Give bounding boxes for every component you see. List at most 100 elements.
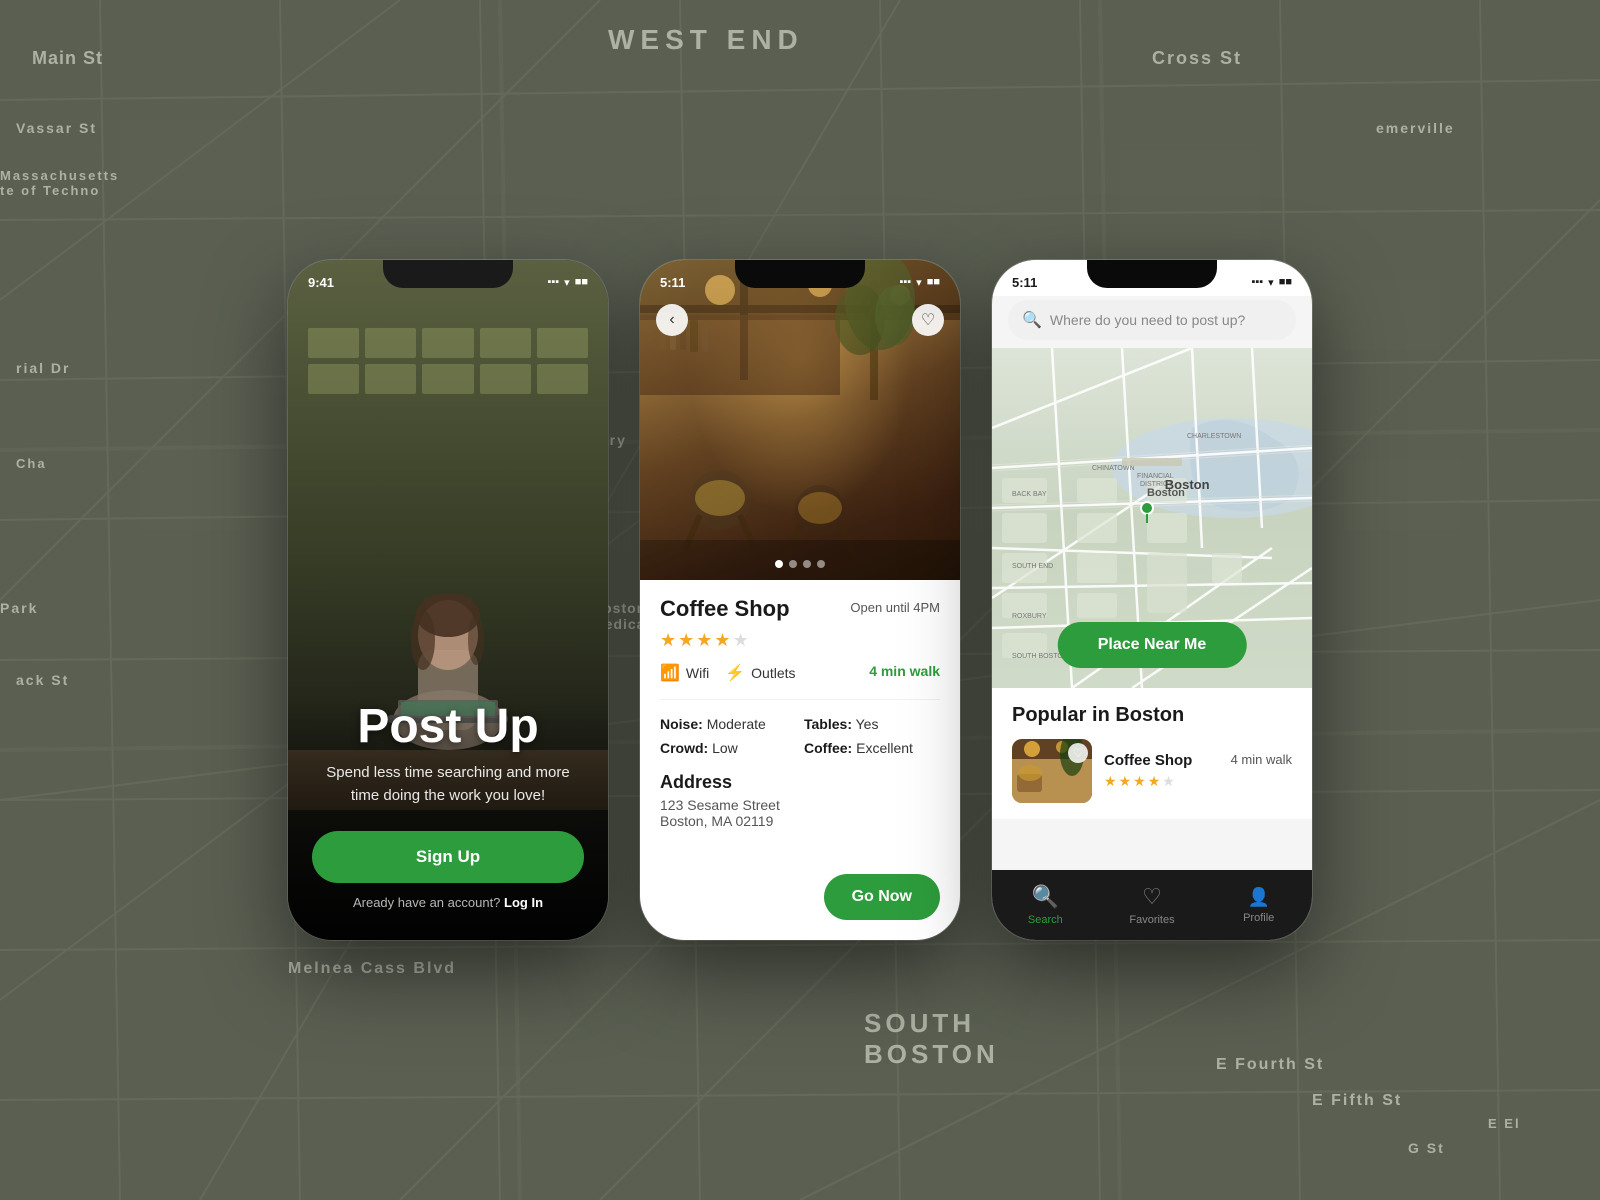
card-star-3: ★	[1133, 773, 1146, 790]
search-placeholder: Where do you need to post up?	[1050, 312, 1245, 328]
dot-1	[775, 560, 783, 568]
phone-signup: 9:41 ▪▪▪ ▾ ■■ Post Up Spend less time se…	[288, 260, 608, 940]
status-time-1: 9:41	[308, 275, 334, 290]
map-label-south-boston: SOUTHBOSTON	[864, 1008, 999, 1070]
map-label-cha: Cha	[16, 456, 47, 471]
status-icons-1: ▪▪▪ ▾ ■■	[547, 276, 588, 289]
favorites-nav-label: Favorites	[1129, 914, 1174, 926]
open-status: Open until 4PM	[850, 600, 940, 615]
search-nav-icon: 🔍	[1032, 884, 1059, 910]
amenities-row: 📶 Wifi ⚡ Outlets 4 min walk	[660, 663, 940, 700]
svg-text:BACK BAY: BACK BAY	[1012, 491, 1047, 498]
address-line2: Boston, MA 02119	[660, 813, 940, 829]
card-stars: ★ ★ ★ ★ ★	[1104, 773, 1292, 790]
bottom-nav: 🔍 Search ♡ Favorites 👤 Profile	[992, 870, 1312, 940]
svg-text:ROXBURY: ROXBURY	[1012, 613, 1047, 620]
map-label-e-fourth: E Fourth St	[1216, 1056, 1324, 1074]
phone-map: 5:11 ▪▪▪ ▾ ■■ 🔍 Where do you need to pos…	[992, 260, 1312, 940]
map-view[interactable]: Boston FINANCIAL DISTRICT BACK BAY CHINA…	[992, 348, 1312, 688]
login-link[interactable]: Log In	[504, 895, 543, 910]
svg-text:SOUTH END: SOUTH END	[1012, 563, 1053, 570]
star-3: ★	[696, 630, 712, 651]
map-label-serville: emerville	[1376, 120, 1455, 136]
popular-section: Popular in Boston ♡	[992, 688, 1312, 819]
status-icons-2: ▪▪▪ ▾ ■■	[899, 276, 940, 289]
map-label-vassar: Vassar St	[16, 120, 97, 136]
card-heart[interactable]: ♡	[1068, 743, 1088, 763]
profile-nav-label: Profile	[1243, 912, 1274, 924]
card-star-2: ★	[1119, 773, 1132, 790]
map-label-cross-st: Cross St	[1152, 48, 1242, 69]
map-label-melnea: Melnea Cass Blvd	[288, 960, 456, 978]
map-label-rial: rial Dr	[16, 360, 70, 376]
place-info: Coffee Shop Open until 4PM ★ ★ ★ ★ ★ 📶 W…	[640, 580, 960, 861]
place-name: Coffee Shop	[660, 596, 790, 622]
nav-profile[interactable]: 👤 Profile	[1205, 887, 1312, 924]
noise-detail: Noise: Moderate	[660, 716, 796, 732]
map-label-e-fifth: E Fifth St	[1312, 1092, 1402, 1110]
svg-text:CHINATOWN: CHINATOWN	[1092, 465, 1135, 472]
walk-time: 4 min walk	[869, 663, 940, 683]
phones-container: 9:41 ▪▪▪ ▾ ■■ Post Up Spend less time se…	[288, 260, 1312, 940]
map-label-g-st: G St	[1408, 1140, 1445, 1156]
popular-place-card[interactable]: ♡ Coffee Shop 4 min walk ★ ★ ★ ★ ★	[1012, 739, 1292, 803]
dot-2	[789, 560, 797, 568]
signin-prompt: Aready have an account? Log In	[312, 895, 584, 910]
map-label-ack-st: ack St	[16, 672, 69, 688]
status-time-2: 5:11	[660, 275, 685, 290]
map-label-back-park: Park	[0, 600, 38, 616]
app-title: Post Up	[312, 699, 584, 754]
card-star-1: ★	[1104, 773, 1117, 790]
svg-text:CHARLESTOWN: CHARLESTOWN	[1187, 433, 1241, 440]
star-5: ★	[733, 630, 749, 651]
address-line1: 123 Sesame Street	[660, 797, 940, 813]
dot-3	[803, 560, 811, 568]
place-header: Coffee Shop Open until 4PM	[660, 596, 940, 622]
app-tagline: Spend less time searching and more time …	[312, 762, 584, 807]
favorites-nav-icon: ♡	[1142, 884, 1162, 910]
map-label-massachusetts: Massachusettste of Techno	[0, 168, 119, 198]
notch-3	[1087, 260, 1217, 288]
map-boston-label: Boston	[1165, 477, 1210, 492]
details-grid: Noise: Moderate Tables: Yes Crowd: Low C…	[660, 716, 940, 756]
profile-nav-icon: 👤	[1247, 887, 1269, 908]
popular-title: Popular in Boston	[1012, 704, 1292, 727]
wifi-amenity: 📶 Wifi	[660, 663, 709, 683]
search-nav-label: Search	[1028, 914, 1063, 926]
go-now-button[interactable]: Go Now	[824, 874, 940, 920]
address-section: Address 123 Sesame Street Boston, MA 021…	[660, 772, 940, 829]
search-bar[interactable]: 🔍 Where do you need to post up?	[1008, 300, 1296, 340]
phone-detail: ‹ ♡ 5:11 ▪▪▪ ▾ ■■ C	[640, 260, 960, 940]
map-label-main-st: Main St	[32, 48, 103, 69]
favorite-button[interactable]: ♡	[912, 304, 944, 336]
tables-detail: Tables: Yes	[804, 716, 940, 732]
dot-4	[817, 560, 825, 568]
place-card-name: Coffee Shop	[1104, 752, 1192, 769]
back-button[interactable]: ‹	[656, 304, 688, 336]
signup-button[interactable]: Sign Up	[312, 831, 584, 883]
place-card-walk: 4 min walk	[1231, 752, 1292, 769]
nav-favorites[interactable]: ♡ Favorites	[1099, 884, 1206, 926]
place-photo: ‹ ♡ 5:11 ▪▪▪ ▾ ■■	[640, 260, 960, 580]
status-icons-3: ▪▪▪ ▾ ■■	[1251, 276, 1292, 289]
place-near-me-button[interactable]: Place Near Me	[1058, 622, 1247, 668]
place-card-image: ♡	[1012, 739, 1092, 803]
map-label-west-end: WEST END	[608, 24, 804, 56]
photo-dots	[775, 560, 825, 568]
star-1: ★	[660, 630, 676, 651]
nav-search[interactable]: 🔍 Search	[992, 884, 1099, 926]
outlets-amenity: ⚡ Outlets	[725, 663, 795, 683]
status-time-3: 5:11	[1012, 275, 1037, 290]
place-card-header: Coffee Shop 4 min walk	[1104, 752, 1292, 769]
phone1-content: Post Up Spend less time searching and mo…	[288, 679, 608, 940]
star-4: ★	[714, 630, 730, 651]
rating-stars: ★ ★ ★ ★ ★	[660, 630, 940, 651]
card-star-5: ★	[1162, 773, 1175, 790]
star-2: ★	[678, 630, 694, 651]
address-title: Address	[660, 772, 940, 793]
map-label-e-ei: E El	[1488, 1116, 1521, 1131]
place-card-info: Coffee Shop 4 min walk ★ ★ ★ ★ ★	[1104, 752, 1292, 790]
card-star-4: ★	[1148, 773, 1161, 790]
coffee-detail: Coffee: Excellent	[804, 740, 940, 756]
crowd-detail: Crowd: Low	[660, 740, 796, 756]
